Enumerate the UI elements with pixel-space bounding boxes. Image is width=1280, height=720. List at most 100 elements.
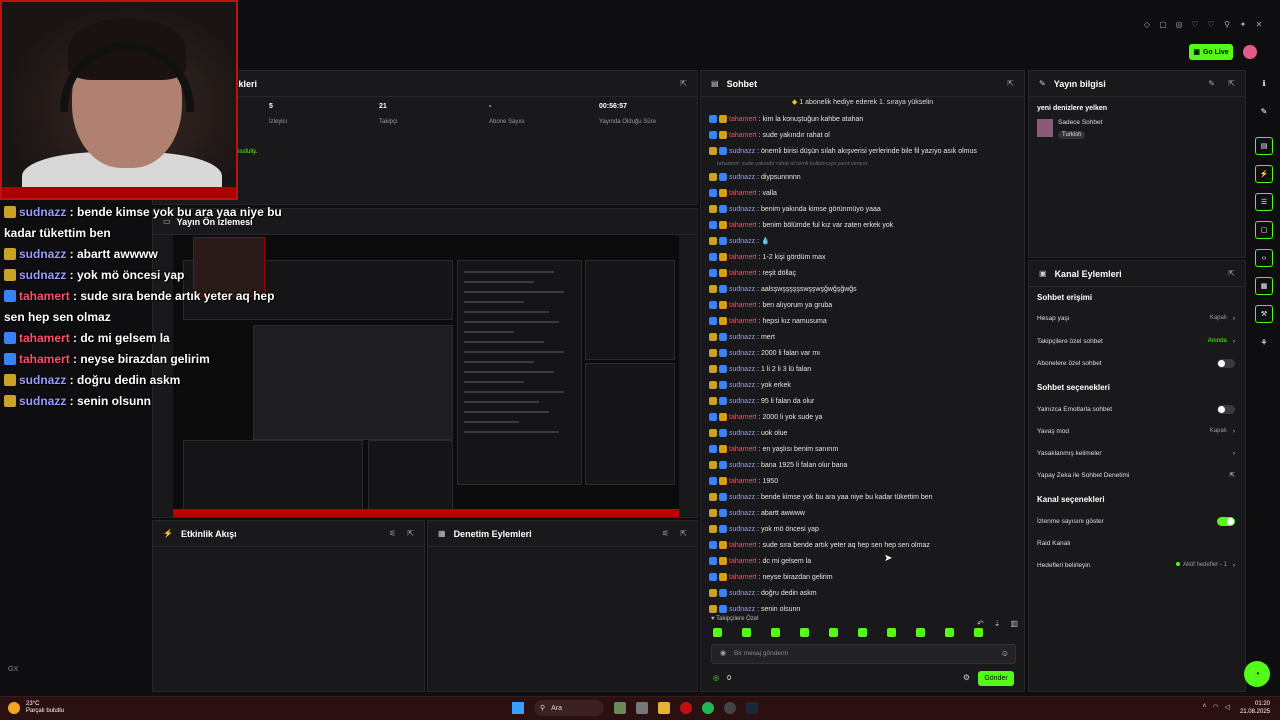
heart-icon[interactable]: ♡ xyxy=(1206,20,1216,29)
chat-message[interactable]: sudnazz: doğru dedin askm xyxy=(709,585,1014,601)
chat-message[interactable]: sudnazz: mert xyxy=(709,329,1014,345)
chat-username[interactable]: sudnazz xyxy=(729,206,755,213)
chat-message[interactable]: sudnazz: aalsşwşşşşşswşşwşğwğşğwğs xyxy=(709,281,1014,297)
chat-message[interactable]: sudnazz: 💧 xyxy=(709,233,1014,249)
chat-message[interactable]: tahamert: 1-2 kişi gördüm max xyxy=(709,249,1014,265)
emote-icon[interactable] xyxy=(771,628,780,637)
emote-icon[interactable] xyxy=(916,628,925,637)
popout-icon[interactable]: ⇱ xyxy=(680,529,687,538)
chat-message[interactable]: tahamert: valla xyxy=(709,185,1014,201)
filter-icon[interactable]: ⚟ xyxy=(389,529,396,538)
bolt-icon[interactable]: ⚡ xyxy=(1255,165,1273,183)
chat-username[interactable]: sudnazz xyxy=(729,606,755,613)
emote-icon[interactable] xyxy=(829,628,838,637)
chat-message[interactable]: sudnazz: önemli birisi düşün sılah akışv… xyxy=(709,143,1014,159)
chat-username[interactable]: sudnazz xyxy=(729,286,755,293)
spotify-icon[interactable] xyxy=(702,702,714,714)
chat-username[interactable]: tahamert xyxy=(729,190,757,197)
followers-chat-row[interactable]: Takipçilere özel sohbet Anında › xyxy=(1037,334,1235,348)
chat-message[interactable]: tahamert: ben alıyorum ya gruba xyxy=(709,297,1014,313)
emote-icon[interactable] xyxy=(800,628,809,637)
popout-icon[interactable]: ⇱ xyxy=(407,529,414,538)
layout-icon[interactable]: ▦ xyxy=(1255,277,1273,295)
task-view-icon[interactable] xyxy=(636,702,648,714)
chat-username[interactable]: sudnazz xyxy=(729,398,755,405)
wifi-icon[interactable]: ◠ xyxy=(1213,703,1219,711)
chat-message[interactable]: tahamert: 1950 xyxy=(709,473,1014,489)
chat-message[interactable]: tahamert: 2000 li yok sude ya xyxy=(709,409,1014,425)
chat-username[interactable]: sudnazz xyxy=(729,334,755,341)
wrench-icon[interactable]: ⚒ xyxy=(1255,305,1273,323)
send-button[interactable]: Gönder xyxy=(978,671,1014,686)
chat-message[interactable]: sudnazz: yok erkek xyxy=(709,377,1014,393)
emote-icon[interactable] xyxy=(945,628,954,637)
user-icon[interactable]: ⚲ xyxy=(1222,20,1232,29)
bookmark-icon[interactable]: ◇ xyxy=(1142,20,1152,29)
subs-chat-toggle[interactable] xyxy=(1217,358,1235,368)
edit-icon[interactable]: ✎ xyxy=(1208,79,1215,88)
popout-icon[interactable]: ⇱ xyxy=(680,79,687,88)
account-age-row[interactable]: Hesap yaşı Kapalı › xyxy=(1037,311,1235,325)
chat-message[interactable]: sudnazz: abartt awwww xyxy=(709,505,1014,521)
chat-message[interactable]: tahamert: reşit döllaç xyxy=(709,265,1014,281)
chat-message[interactable]: tahamert: hepsi kız namusuma xyxy=(709,313,1014,329)
chat-username[interactable]: sudnazz xyxy=(729,382,755,389)
chat-username[interactable]: sudnazz xyxy=(729,148,755,155)
chat-settings-icon[interactable]: ⚙ xyxy=(963,673,970,682)
code-icon[interactable]: ‹› xyxy=(1255,249,1273,267)
chat-message[interactable]: sudnazz: diypsunnnnn xyxy=(709,169,1014,185)
emote-icon[interactable] xyxy=(974,628,983,637)
chat-username[interactable]: tahamert xyxy=(729,116,757,123)
channel-points[interactable]: ◎ 0 xyxy=(713,674,731,682)
chat-username[interactable]: sudnazz xyxy=(729,238,755,245)
support-chat-button[interactable]: ◔ xyxy=(1244,661,1270,687)
chat-input[interactable]: ◉ Bir mesaj gönderin ☺ xyxy=(711,644,1016,664)
steam-icon[interactable] xyxy=(746,702,758,714)
gift-icon[interactable]: ▢ xyxy=(1158,20,1168,29)
close-icon[interactable]: ✕ xyxy=(1254,20,1264,29)
go-live-button[interactable]: ▣ Go Live xyxy=(1189,44,1233,60)
chat-message[interactable]: tahamert: kim la konuştuğun kahbe atahan xyxy=(709,111,1014,127)
pin-icon[interactable]: ⇣ xyxy=(994,619,1001,628)
info-icon[interactable]: ℹ xyxy=(1255,74,1273,92)
chat-username[interactable]: tahamert xyxy=(729,574,757,581)
windows-start-icon[interactable] xyxy=(512,702,524,714)
show-viewers-toggle[interactable] xyxy=(1217,516,1235,526)
chat-username[interactable]: sudnazz xyxy=(729,510,755,517)
chat-message[interactable]: tahamert: sude sıra bende artık yeter aq… xyxy=(709,537,1014,553)
chat-username[interactable]: sudnazz xyxy=(729,526,755,533)
ai-icon[interactable]: ✦ xyxy=(1238,20,1248,29)
emote-icon[interactable] xyxy=(858,628,867,637)
chat-username[interactable]: tahamert xyxy=(729,270,757,277)
shield-icon[interactable]: ◎ xyxy=(1174,20,1184,29)
chat-message[interactable]: sudnazz: benim yakında kimse görünmüyo y… xyxy=(709,201,1014,217)
chat-username[interactable]: sudnazz xyxy=(729,494,755,501)
chevron-up-icon[interactable]: ˄ xyxy=(1202,703,1206,711)
chat-message[interactable]: sudnazz: 1 li 2 li 3 lü falan xyxy=(709,361,1014,377)
chat-message[interactable]: sudnazz: 2000 li falan var mı xyxy=(709,345,1014,361)
heart-icon[interactable]: ♡ xyxy=(1190,20,1200,29)
emote-icon[interactable] xyxy=(887,628,896,637)
filter-icon[interactable]: ⚟ xyxy=(662,529,669,538)
chat-username[interactable]: tahamert xyxy=(729,542,757,549)
chat-username[interactable]: sudnazz xyxy=(729,350,755,357)
emotes-only-toggle[interactable] xyxy=(1217,404,1235,414)
chat-message[interactable]: sudnazz: yok mö öncesi yap xyxy=(709,521,1014,537)
chat-mode-icon[interactable]: ◉ xyxy=(720,645,726,663)
app-thumbnail-icon[interactable] xyxy=(614,702,626,714)
chat-username[interactable]: sudnazz xyxy=(729,174,755,181)
chat-message[interactable]: sudnazz: uok olue xyxy=(709,425,1014,441)
emoji-icon[interactable]: ☺ xyxy=(1001,645,1009,663)
chat-message[interactable]: tahamert: benim bölümde ful kız var zate… xyxy=(709,217,1014,233)
reply-icon[interactable]: ↶ xyxy=(977,619,984,628)
opera-gx-icon[interactable] xyxy=(680,702,692,714)
banned-words-row[interactable]: Yasaklanmış kelimeler › xyxy=(1037,446,1235,460)
chat-message[interactable]: tahamert: sude yakındır rahat ol xyxy=(709,127,1014,143)
weather-widget[interactable]: 23°C Parçalı bulutlu xyxy=(26,701,64,715)
chat-icon[interactable]: ▢ xyxy=(1255,221,1273,239)
popout-icon[interactable]: ⇱ xyxy=(1228,269,1235,278)
chat-username[interactable]: tahamert xyxy=(729,414,757,421)
chat-message[interactable]: sudnazz: bana 1925 li falan olur bana xyxy=(709,457,1014,473)
slow-mode-row[interactable]: Yavaş mod Kapalı › xyxy=(1037,424,1235,438)
chat-message[interactable]: tahamert: neyse birazdan gelirim xyxy=(709,569,1014,585)
